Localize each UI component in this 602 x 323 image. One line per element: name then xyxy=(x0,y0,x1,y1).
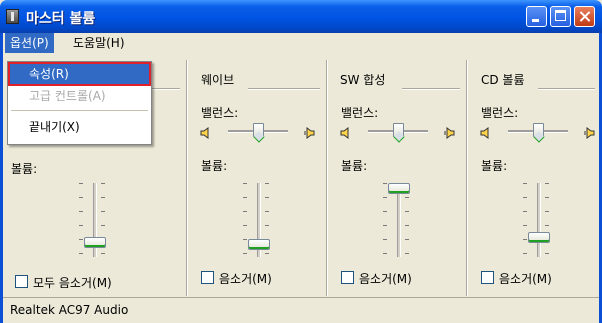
sw-synth-mute-label: 음소거(M) xyxy=(359,272,412,286)
options-dropdown-menu: 속성(R) 고급 컨트롤(A) 끝내기(X) xyxy=(7,61,152,145)
cd-volume-track[interactable] xyxy=(537,183,541,257)
balance-label: 밸런스: xyxy=(201,106,239,120)
speaker-high-icon xyxy=(584,127,595,139)
wave-volume-slider[interactable] xyxy=(248,239,270,250)
window-title: 마스터 볼륨 xyxy=(26,11,96,27)
balance-label: 밸런스: xyxy=(341,106,379,120)
cd-mute-checkbox[interactable] xyxy=(481,271,494,284)
minimize-button[interactable] xyxy=(526,6,547,27)
column-title-rule xyxy=(402,88,460,89)
speaker-high-icon xyxy=(444,127,455,139)
menu-item-properties[interactable]: 속성(R) xyxy=(8,62,151,86)
speaker-low-icon xyxy=(340,127,349,139)
maximize-button[interactable] xyxy=(550,6,571,27)
menu-item-exit[interactable]: 끝내기(X) xyxy=(10,117,149,137)
menu-separator xyxy=(11,110,148,111)
close-button[interactable] xyxy=(574,6,595,27)
menu-help[interactable]: 도움말(H) xyxy=(68,33,130,53)
cd-balance-slider[interactable] xyxy=(533,123,544,137)
sw-synth-mute-checkbox[interactable] xyxy=(341,271,354,284)
menu-item-advanced-controls[interactable]: 고급 컨트롤(A) xyxy=(10,86,149,106)
channel-title-wave: 웨이브 xyxy=(201,73,235,87)
sw-synth-balance-slider[interactable] xyxy=(393,123,404,137)
channel-title-cd: CD 볼륨 xyxy=(481,73,525,87)
mixer-icon[interactable] xyxy=(6,9,19,24)
speaker-low-icon xyxy=(480,127,489,139)
wave-balance-slider[interactable] xyxy=(253,123,264,137)
speaker-high-icon xyxy=(304,127,315,139)
volume-label: 볼륨: xyxy=(341,159,368,173)
volume-label: 볼륨: xyxy=(481,159,508,173)
menu-options[interactable]: 옵션(P) xyxy=(5,33,54,53)
balance-label: 밸런스: xyxy=(481,106,519,120)
status-device-name: Realtek AC97 Audio xyxy=(10,303,129,317)
menu-bar: 옵션(P) 도움말(H) xyxy=(3,33,599,53)
cd-mute-label: 음소거(M) xyxy=(499,272,552,286)
master-volume-slider[interactable] xyxy=(84,237,106,248)
cd-volume-slider[interactable] xyxy=(528,232,550,243)
column-divider xyxy=(326,60,327,296)
column-title-rule xyxy=(150,88,180,89)
volume-label: 볼륨: xyxy=(11,162,38,176)
sw-synth-volume-track[interactable] xyxy=(397,183,401,257)
volume-label: 볼륨: xyxy=(201,159,228,173)
mute-all-label: 모두 음소거(M) xyxy=(33,276,112,290)
column-divider xyxy=(186,60,187,296)
channel-title-sw-synth: SW 합성 xyxy=(340,73,386,87)
mute-all-checkbox[interactable] xyxy=(15,275,28,288)
sw-synth-volume-slider[interactable] xyxy=(388,183,410,194)
column-title-rule xyxy=(248,88,320,89)
wave-mute-checkbox[interactable] xyxy=(201,271,214,284)
column-divider xyxy=(466,60,467,296)
speaker-low-icon xyxy=(200,127,209,139)
title-bar[interactable]: 마스터 볼륨 xyxy=(0,0,602,33)
status-bar: Realtek AC97 Audio xyxy=(3,297,599,323)
column-title-rule xyxy=(538,88,595,89)
wave-mute-label: 음소거(M) xyxy=(219,272,272,286)
